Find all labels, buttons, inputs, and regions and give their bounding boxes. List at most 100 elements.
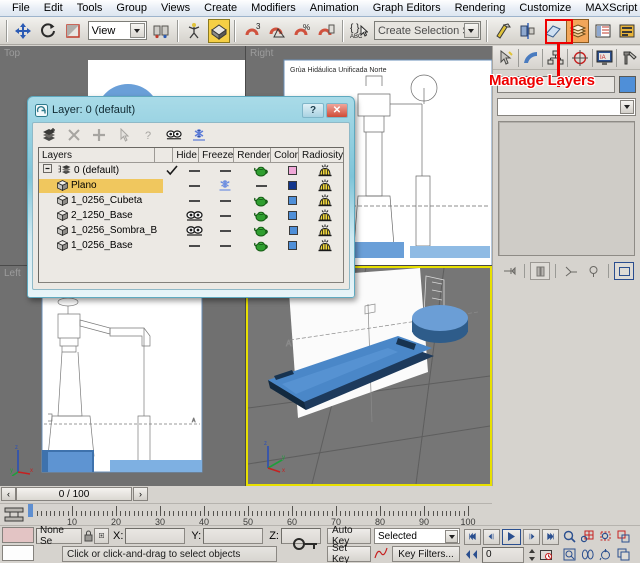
layer-radiosity-cell[interactable] [306,178,343,193]
layer-hide-cell[interactable] [181,238,208,253]
track-bar[interactable]: 102030405060708090100 [0,503,492,525]
spinner-arrows-icon[interactable] [527,548,536,562]
y-coord-field[interactable] [203,528,263,544]
select-and-scale-icon[interactable] [62,19,85,43]
selection-lock-icon[interactable] [82,528,94,543]
region-zoom-icon[interactable] [562,548,577,561]
layer-name-cell[interactable]: 1_0256_Cubeta [39,193,163,208]
layer-color-cell[interactable] [280,208,307,223]
reference-coordinate-system-combo[interactable]: View [88,21,147,40]
tab-create[interactable] [495,47,517,69]
make-unique-icon[interactable] [561,262,581,280]
layer-hide-cell[interactable] [181,178,208,193]
menu-item-tools[interactable]: Tools [70,0,110,17]
layer-freeze-cell[interactable] [208,178,243,193]
prev-frame-button[interactable]: ‹ [1,487,16,501]
maximize-viewport-icon[interactable] [616,548,631,561]
layer-freeze-cell[interactable] [208,238,243,253]
layer-manager-icon[interactable] [566,19,589,43]
layer-render-cell[interactable] [243,178,280,193]
schematic-view-icon[interactable] [616,19,639,43]
layer-freeze-cell[interactable] [208,163,243,178]
column-header-hide[interactable]: Hide [173,148,199,163]
layer-row[interactable]: 1_0256_Base [39,238,343,253]
menu-item-edit[interactable]: Edit [37,0,70,17]
layer-current-cell[interactable] [163,163,181,178]
x-coord-field[interactable] [125,528,185,544]
layer-render-cell[interactable] [243,223,280,238]
layer-render-cell[interactable] [243,193,280,208]
spinner-snap-toggle-icon[interactable] [315,19,338,43]
layer-current-cell[interactable] [163,208,181,223]
layer-color-cell[interactable] [280,238,307,253]
play-animation-icon[interactable] [502,529,521,545]
layer-row[interactable]: 0 (default) [39,163,343,178]
snaps-toggle-icon[interactable]: 3 [240,19,263,43]
object-color-swatch[interactable] [619,76,636,93]
layer-name-cell[interactable]: 1_0256_Base [39,238,163,253]
create-new-layer-icon[interactable] [41,127,57,143]
tab-motion[interactable] [569,47,591,69]
chevron-down-icon[interactable] [445,530,458,543]
remove-modifier-icon[interactable] [583,262,603,280]
erase-icon[interactable] [541,19,564,43]
menu-item-create[interactable]: Create [197,0,244,17]
layer-render-cell[interactable] [243,208,280,223]
animation-mode-toggle-icon[interactable] [290,533,320,558]
set-key-filters-curve-icon[interactable] [374,546,388,563]
current-frame-field[interactable]: 0 / 100 [16,487,132,501]
menu-item-modifiers[interactable]: Modifiers [244,0,303,17]
column-header-freeze[interactable]: Freeze [199,148,234,163]
layer-radiosity-cell[interactable] [306,238,343,253]
layer-row[interactable]: 1_0256_Sombra_B [39,223,343,238]
menu-item-animation[interactable]: Animation [303,0,366,17]
layer-list[interactable]: Layers Hide Freeze Render Color Radiosit… [38,147,344,283]
layer-radiosity-cell[interactable] [306,223,343,238]
chevron-down-icon[interactable] [130,23,145,38]
angle-snap-toggle-icon[interactable] [265,19,288,43]
tab-modify[interactable] [520,47,542,69]
layer-color-cell[interactable] [280,223,307,238]
zoom-extents-all-icon[interactable] [616,530,631,543]
layer-radiosity-cell[interactable] [306,208,343,223]
current-frame-spinner[interactable]: 0 [482,547,524,563]
column-header-layers[interactable]: Layers [39,148,155,163]
layer-name-cell[interactable]: Plano [39,178,163,193]
key-mode-toggle-icon[interactable] [464,550,479,559]
layer-current-cell[interactable] [163,193,181,208]
key-filters-button[interactable]: Key Filters... [392,546,460,562]
freeze-unfreeze-icon[interactable] [191,127,207,143]
layer-freeze-cell[interactable] [208,223,243,238]
key-mode-dropdown[interactable]: Selected [374,528,460,544]
percent-snap-toggle-icon[interactable]: % [290,19,313,43]
layer-current-cell[interactable] [163,223,181,238]
menu-item-views[interactable]: Views [154,0,197,17]
tab-display[interactable]: IA [594,47,616,69]
dialog-title-bar[interactable]: Layer: 0 (default) ? ✕ [32,101,350,119]
layer-name-cell[interactable]: 2_1250_Base [39,208,163,223]
expand-collapse-icon[interactable] [43,164,56,178]
hide-unhide-icon[interactable] [166,127,182,143]
layer-radiosity-cell[interactable] [306,193,343,208]
layer-hide-cell[interactable] [182,223,209,238]
tab-utilities[interactable] [618,47,640,69]
layer-freeze-cell[interactable] [208,193,243,208]
use-pivot-point-center-icon[interactable] [150,19,173,43]
select-and-rotate-icon[interactable] [37,19,60,43]
layer-row[interactable]: Plano [39,178,343,193]
time-configuration-icon[interactable] [539,549,554,561]
menu-item-group[interactable]: Group [109,0,154,17]
prev-frame-icon[interactable] [483,529,500,545]
layer-color-cell[interactable] [280,163,307,178]
zoom-extents-icon[interactable] [598,530,613,543]
layer-current-cell[interactable] [163,178,181,193]
mirror-icon[interactable] [492,19,515,43]
open-mini-curve-editor-icon[interactable] [4,507,24,526]
curve-editor-icon[interactable] [591,19,614,43]
viewport-left[interactable]: Left A [0,266,246,486]
time-slider-handle[interactable] [28,504,33,517]
pan-icon[interactable] [580,548,595,561]
menu-item-graph-editors[interactable]: Graph Editors [366,0,448,17]
column-header-render[interactable]: Render [234,148,271,163]
show-end-result-icon[interactable] [530,262,550,280]
